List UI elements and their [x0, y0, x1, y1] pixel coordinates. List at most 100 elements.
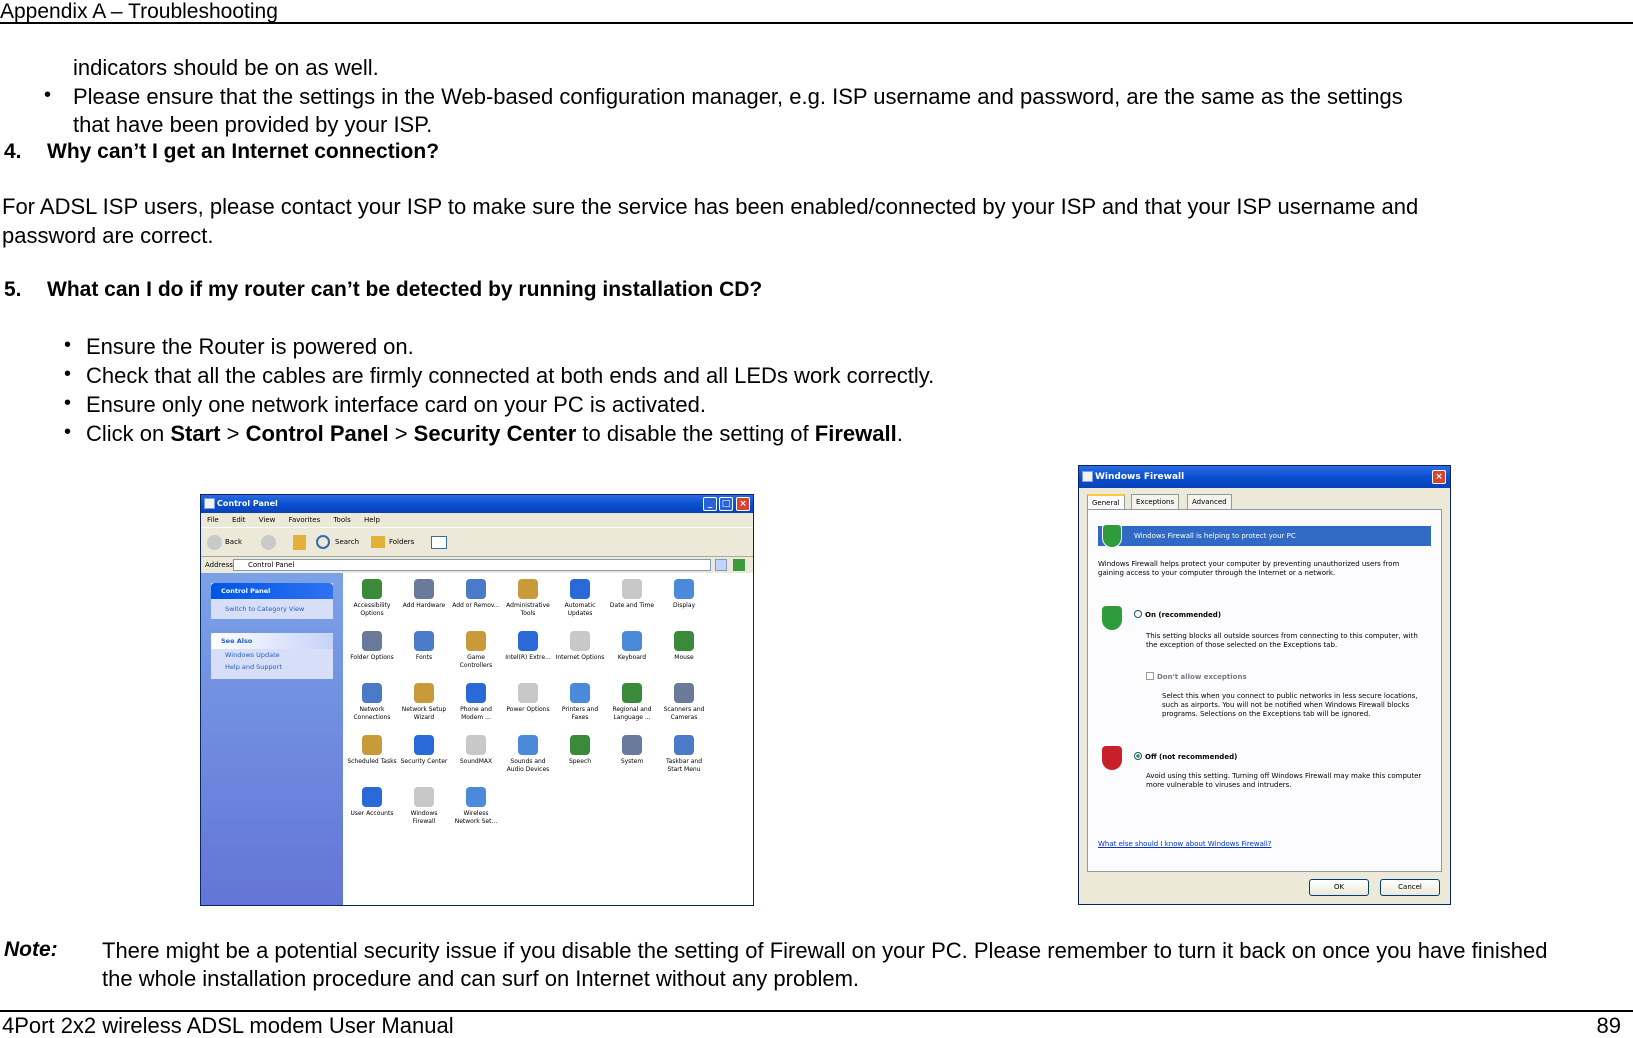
- ok-button[interactable]: OK: [1309, 879, 1369, 896]
- firewall-titlebar: Windows Firewall ×: [1079, 466, 1450, 488]
- cancel-button[interactable]: Cancel: [1380, 879, 1440, 896]
- back-arrow-icon[interactable]: [207, 535, 222, 550]
- cp-item-label: Display: [672, 602, 696, 609]
- cp-item-label: Intel(R) Extre...: [505, 654, 551, 661]
- cp-item-network-setup-wizard[interactable]: Network Setup Wizard: [399, 683, 449, 722]
- menu-view[interactable]: View: [259, 516, 276, 524]
- on-recommended-radio[interactable]: On (recommended): [1134, 610, 1221, 620]
- control-panel-toolbar: Back Search Folders: [201, 527, 753, 557]
- search-icon[interactable]: [316, 535, 330, 549]
- cp-item-scheduled-tasks[interactable]: Scheduled Tasks: [347, 735, 397, 766]
- off-label: Off (not recommended): [1145, 753, 1238, 761]
- folders-icon[interactable]: [371, 536, 385, 548]
- menu-edit[interactable]: Edit: [232, 516, 246, 524]
- cp-item-network-connections[interactable]: Network Connections: [347, 683, 397, 722]
- add-hardware-icon: [414, 579, 434, 599]
- address-bar: Address Control Panel: [201, 557, 753, 573]
- control-panel-menubar: File Edit View Favorites Tools Help: [201, 513, 753, 527]
- cp-item-label: SoundMAX: [459, 758, 493, 765]
- cp-item-accessibility-options[interactable]: Accessibility Options: [347, 579, 397, 618]
- task-box-see-also: See Also Windows Update Help and Support: [211, 633, 333, 679]
- cp-item-label: Wireless Network Set...: [454, 810, 498, 825]
- cp-item-taskbar-and-start-menu[interactable]: Taskbar and Start Menu: [659, 735, 709, 774]
- menu-help[interactable]: Help: [364, 516, 380, 524]
- display-icon: [674, 579, 694, 599]
- radio-on[interactable]: [1134, 610, 1142, 618]
- cp-item-label: Phone and Modem ...: [460, 706, 492, 721]
- green-shield-icon: [1102, 606, 1122, 630]
- bullet-dot: •: [64, 363, 72, 385]
- menu-tools[interactable]: Tools: [333, 516, 350, 524]
- cp-item-wireless-network-set[interactable]: Wireless Network Set...: [451, 787, 501, 826]
- scheduled-tasks-icon: [362, 735, 382, 755]
- date-and-time-icon: [622, 579, 642, 599]
- cp-item-printers-and-faxes[interactable]: Printers and Faxes: [555, 683, 605, 722]
- cp-item-label: Network Setup Wizard: [401, 706, 447, 721]
- minimize-icon[interactable]: _: [703, 497, 717, 511]
- close-icon[interactable]: ×: [1432, 470, 1446, 484]
- back-label[interactable]: Back: [225, 538, 242, 546]
- address-dropdown-icon[interactable]: [715, 559, 727, 571]
- cp-item-regional-and-language[interactable]: Regional and Language ...: [607, 683, 657, 722]
- cp-item-keyboard[interactable]: Keyboard: [607, 631, 657, 662]
- cp-item-user-accounts[interactable]: User Accounts: [347, 787, 397, 818]
- control-panel-icon: [204, 498, 215, 509]
- switch-category-view-link[interactable]: Switch to Category View: [211, 599, 333, 619]
- cp-item-phone-and-modem[interactable]: Phone and Modem ...: [451, 683, 501, 722]
- cp-item-intel-r-extre[interactable]: Intel(R) Extre...: [503, 631, 553, 662]
- cp-item-label: Printers and Faxes: [561, 706, 599, 721]
- cp-item-sounds-and-audio-devices[interactable]: Sounds and Audio Devices: [503, 735, 553, 774]
- q5-heading: What can I do if my router can’t be dete…: [47, 278, 763, 301]
- cp-item-security-center[interactable]: Security Center: [399, 735, 449, 766]
- search-label[interactable]: Search: [335, 538, 359, 546]
- q4-answer-line-1: For ADSL ISP users, please contact your …: [2, 194, 1419, 219]
- tab-advanced[interactable]: Advanced: [1187, 494, 1232, 510]
- cp-item-windows-firewall[interactable]: Windows Firewall: [399, 787, 449, 826]
- see-also-title[interactable]: See Also: [211, 633, 333, 649]
- radio-off-selected[interactable]: [1134, 752, 1142, 760]
- up-folder-icon[interactable]: [293, 535, 306, 550]
- firewall-help-link[interactable]: What else should I know about Windows Fi…: [1098, 840, 1271, 849]
- cp-item-display[interactable]: Display: [659, 579, 709, 610]
- cp-item-soundmax[interactable]: SoundMAX: [451, 735, 501, 766]
- cp-item-game-controllers[interactable]: Game Controllers: [451, 631, 501, 670]
- menu-file[interactable]: File: [207, 516, 219, 524]
- cp-item-speech[interactable]: Speech: [555, 735, 605, 766]
- note-line-2: the whole installation procedure and can…: [102, 966, 860, 991]
- maximize-icon[interactable]: □: [719, 497, 733, 511]
- cp-item-scanners-and-cameras[interactable]: Scanners and Cameras: [659, 683, 709, 722]
- wireless-network-set-icon: [466, 787, 486, 807]
- menu-favorites[interactable]: Favorites: [289, 516, 321, 524]
- checkbox[interactable]: [1146, 672, 1154, 680]
- folders-label[interactable]: Folders: [389, 538, 414, 546]
- cp-item-date-and-time[interactable]: Date and Time: [607, 579, 657, 610]
- cp-item-administrative-tools[interactable]: Administrative Tools: [503, 579, 553, 618]
- go-arrow-icon[interactable]: [733, 559, 745, 571]
- dont-allow-exceptions-checkbox[interactable]: Don't allow exceptions: [1146, 672, 1247, 682]
- bullet-router-powered: Ensure the Router is powered on.: [86, 334, 414, 359]
- cp-item-internet-options[interactable]: Internet Options: [555, 631, 605, 662]
- views-icon[interactable]: [431, 536, 447, 549]
- off-not-recommended-radio[interactable]: Off (not recommended): [1134, 752, 1237, 762]
- intel-r-extre-icon: [518, 631, 538, 651]
- cp-item-label: Accessibility Options: [353, 602, 391, 617]
- forward-arrow-icon[interactable]: [261, 535, 276, 550]
- cp-item-label: Mouse: [674, 654, 694, 661]
- cp-item-fonts[interactable]: Fonts: [399, 631, 449, 662]
- bullet-click-path: Click on Start > Control Panel > Securit…: [86, 421, 903, 447]
- cp-item-add-or-remov[interactable]: Add or Remov...: [451, 579, 501, 610]
- address-field[interactable]: Control Panel: [233, 559, 711, 571]
- cp-item-add-hardware[interactable]: Add Hardware: [399, 579, 449, 610]
- tab-exceptions[interactable]: Exceptions: [1131, 494, 1180, 510]
- windows-update-link[interactable]: Windows Update: [211, 649, 333, 661]
- cp-item-system[interactable]: System: [607, 735, 657, 766]
- cp-item-automatic-updates[interactable]: Automatic Updates: [555, 579, 605, 618]
- help-support-link[interactable]: Help and Support: [211, 661, 333, 673]
- cp-item-label: Sounds and Audio Devices: [506, 758, 550, 773]
- close-icon[interactable]: ×: [736, 497, 750, 511]
- administrative-tools-icon: [518, 579, 538, 599]
- cp-item-folder-options[interactable]: Folder Options: [347, 631, 397, 662]
- task-box-title[interactable]: Control Panel: [211, 583, 333, 599]
- cp-item-power-options[interactable]: Power Options: [503, 683, 553, 714]
- cp-item-mouse[interactable]: Mouse: [659, 631, 709, 662]
